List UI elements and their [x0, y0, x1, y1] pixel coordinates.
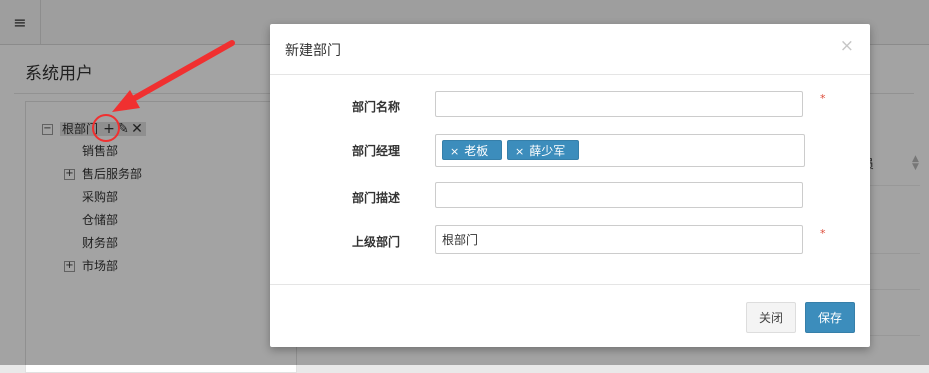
annotation-arrow-icon — [112, 40, 235, 112]
annotation-overlay — [92, 40, 235, 142]
annotation-circle-icon — [92, 114, 120, 142]
